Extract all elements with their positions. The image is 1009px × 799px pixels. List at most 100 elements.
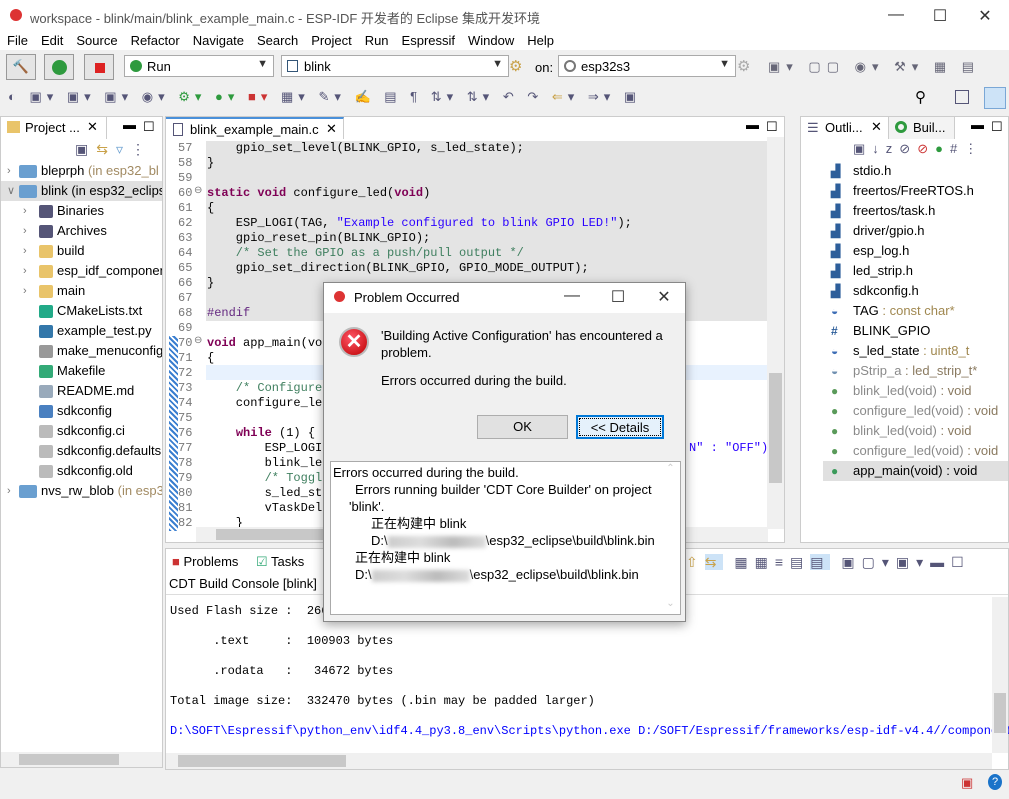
chevron-right-icon[interactable]: › xyxy=(7,481,11,501)
maximize-view-icon[interactable]: ☐ xyxy=(766,119,778,135)
fold-icon[interactable]: ⊖ xyxy=(194,185,202,196)
progress-error-icon[interactable]: ▣ xyxy=(961,775,973,791)
config-gear-icon[interactable]: ⚙ xyxy=(509,57,522,75)
menu-window[interactable]: Window xyxy=(461,32,520,50)
chevron-right-icon[interactable]: › xyxy=(23,241,27,261)
tree-item[interactable]: › main xyxy=(1,281,162,301)
editor-vertical-scrollbar[interactable] xyxy=(767,137,784,529)
chevron-right-icon[interactable]: › xyxy=(23,261,27,281)
tree-item[interactable]: Makefile xyxy=(1,361,162,381)
menu-search[interactable]: Search xyxy=(250,32,304,50)
tab-project-explorer[interactable]: Project ... ✕ xyxy=(1,117,107,139)
stop-button[interactable] xyxy=(84,54,114,80)
view-menu-icon[interactable]: ⋮ xyxy=(964,141,984,156)
maximize-view-icon[interactable]: ☐ xyxy=(991,119,1003,135)
link-icon[interactable]: ⇆ xyxy=(704,554,724,570)
open-console-icon[interactable]: ▣▾ xyxy=(896,554,930,570)
build-button[interactable]: 🔨 xyxy=(6,54,36,80)
collapse-all-icon[interactable]: ▣ xyxy=(75,141,96,157)
sort-icon[interactable]: ↓z xyxy=(872,141,899,156)
outline-item[interactable]: ● blink_led(void) : void xyxy=(823,421,1008,441)
tab-build-targets[interactable]: Buil... xyxy=(889,117,955,139)
clear-console-icon[interactable]: ▤ xyxy=(790,554,810,570)
launch-button[interactable] xyxy=(44,54,74,80)
tab-blink-example-main[interactable]: blink_example_main.c ✕ xyxy=(166,117,344,139)
tree-item[interactable]: README.md xyxy=(1,381,162,401)
outline-item[interactable]: ● configure_led(void) : void xyxy=(823,441,1008,461)
lock-icon[interactable]: ▦ xyxy=(755,554,775,570)
chevron-right-icon[interactable]: › xyxy=(7,161,11,181)
tree-item[interactable]: make_menuconfig xyxy=(1,341,162,361)
chevron-right-icon[interactable]: › xyxy=(23,281,27,301)
details-text-area[interactable]: Errors occurred during the build. Errors … xyxy=(330,461,681,615)
close-tab-icon[interactable]: ✕ xyxy=(326,121,337,137)
tree-item[interactable]: sdkconfig.defaults xyxy=(1,441,162,461)
minimize-view-icon[interactable]: ▬ xyxy=(746,117,759,132)
link-editor-icon[interactable]: ⇆ xyxy=(96,141,116,157)
outline-item[interactable]: ● blink_led(void) : void xyxy=(823,381,1008,401)
details-scrollbar[interactable]: ⌃ ⌄ xyxy=(662,463,679,613)
word-wrap-icon[interactable]: ≡ xyxy=(775,554,790,570)
menu-navigate[interactable]: Navigate xyxy=(186,32,250,50)
tree-item[interactable]: sdkconfig.old xyxy=(1,461,162,481)
arrow-up-icon[interactable]: ⇧ xyxy=(686,554,705,570)
tree-item[interactable]: › bleprph (in esp32_bl xyxy=(1,161,162,181)
tree-item[interactable]: › Binaries xyxy=(1,201,162,221)
tab-outline[interactable]: ☰ Outli... ✕ xyxy=(801,117,889,139)
outline-item[interactable]: ▟ led_strip.h xyxy=(823,261,1008,281)
outline-item[interactable]: ● app_main(void) : void xyxy=(823,461,1008,481)
outline-item[interactable]: ◒ pStrip_a : led_strip_t* xyxy=(823,361,1008,381)
outline-item[interactable]: ◒ s_led_state : uint8_t xyxy=(823,341,1008,361)
tree-item[interactable]: › build xyxy=(1,241,162,261)
menu-file[interactable]: File xyxy=(0,32,34,50)
chevron-right-icon[interactable]: › xyxy=(23,221,27,241)
scroll-thumb[interactable] xyxy=(769,373,782,483)
minimize-view-icon[interactable]: ▬ xyxy=(930,554,951,570)
tree-item[interactable]: example_test.py xyxy=(1,321,162,341)
launch-mode-select[interactable]: Run ▼ xyxy=(124,55,274,77)
close-button[interactable]: ✕ xyxy=(975,6,995,26)
minimize-view-icon[interactable]: ▬ xyxy=(123,117,136,132)
launch-target-select[interactable]: esp32s3 ▼ xyxy=(558,55,736,77)
display-console-icon[interactable]: ▢▾ xyxy=(862,554,896,570)
maximize-view-icon[interactable]: ☐ xyxy=(951,554,971,570)
outline-item[interactable]: ▟ esp_log.h xyxy=(823,241,1008,261)
chevron-down-icon[interactable]: ∨ xyxy=(7,181,15,201)
ok-button[interactable]: OK xyxy=(477,415,568,439)
view-menu-icon[interactable]: ⋮ xyxy=(131,141,153,157)
filter-icon[interactable]: ▿ xyxy=(116,141,131,157)
open-perspective-button[interactable] xyxy=(955,90,969,104)
outline-item[interactable]: # BLINK_GPIO xyxy=(823,321,1008,341)
dialog-maximize-button[interactable]: ☐ xyxy=(608,287,628,307)
close-tab-icon[interactable]: ✕ xyxy=(87,119,98,135)
search-icon[interactable]: ⚲ xyxy=(915,88,926,106)
chevron-right-icon[interactable]: › xyxy=(23,201,27,221)
outline-item[interactable]: ▟ freertos/FreeRTOS.h xyxy=(823,181,1008,201)
menu-espressif[interactable]: Espressif xyxy=(395,32,461,50)
scroll-lock-icon[interactable]: ▦ xyxy=(734,554,754,570)
outline-item[interactable]: ▟ freertos/task.h xyxy=(823,201,1008,221)
launch-config-select[interactable]: blink ▼ xyxy=(281,55,509,77)
menu-project[interactable]: Project xyxy=(304,32,357,50)
hide-nonpublic-icon[interactable]: ● xyxy=(935,141,950,156)
fold-icon[interactable]: ⊖ xyxy=(194,335,202,346)
outline-item[interactable]: ● configure_led(void) : void xyxy=(823,401,1008,421)
outline-item[interactable]: ▟ driver/gpio.h xyxy=(823,221,1008,241)
details-button[interactable]: << Details xyxy=(576,415,664,439)
help-icon[interactable]: ? xyxy=(988,774,1002,790)
menu-refactor[interactable]: Refactor xyxy=(124,32,186,50)
new-console-icon[interactable]: ▣ xyxy=(841,554,861,570)
cpp-perspective-button[interactable] xyxy=(984,87,1006,109)
menu-help[interactable]: Help xyxy=(520,32,560,50)
tab-problems[interactable]: ■ Problems xyxy=(172,554,238,569)
collapse-all-icon[interactable]: ▣ xyxy=(853,141,872,156)
maximize-view-icon[interactable]: ☐ xyxy=(143,119,155,135)
tree-item[interactable]: › nvs_rw_blob (in esp3 xyxy=(1,481,162,501)
left-horizontal-scrollbar[interactable] xyxy=(1,752,162,767)
minimize-view-icon[interactable]: ▬ xyxy=(971,117,984,132)
dialog-minimize-button[interactable]: — xyxy=(562,287,582,305)
outline-item[interactable]: ▟ sdkconfig.h xyxy=(823,281,1008,301)
hide-macros-icon[interactable]: # xyxy=(950,141,964,156)
menu-source[interactable]: Source xyxy=(69,32,123,50)
outline-item[interactable]: ◒ TAG : const char* xyxy=(823,301,1008,321)
